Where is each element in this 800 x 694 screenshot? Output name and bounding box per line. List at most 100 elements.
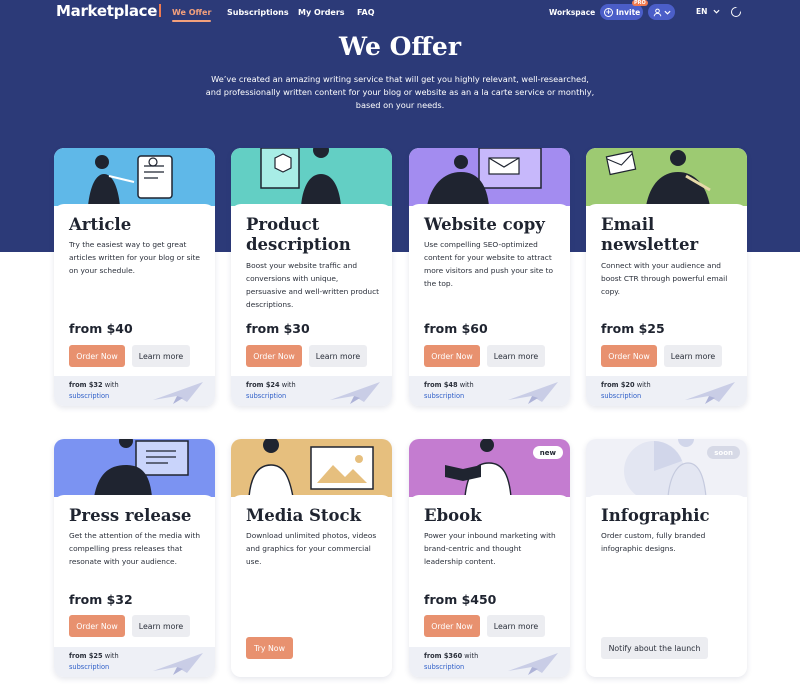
pro-badge: PRO <box>632 0 648 6</box>
card-title: Media Stock <box>246 506 362 525</box>
subscription-price-line: from $360 with <box>424 652 478 660</box>
subscription-with: with <box>281 381 296 389</box>
website-copy-illustration <box>409 148 570 206</box>
add-user-icon: + <box>604 7 613 17</box>
subscription-price: from $32 <box>69 381 103 389</box>
product-description-illustration <box>231 148 392 206</box>
card-price: from $32 <box>69 592 133 607</box>
subscription-link[interactable]: subscription <box>246 392 286 400</box>
subscription-with: with <box>459 381 474 389</box>
subscription-link[interactable]: subscription <box>69 663 109 671</box>
subscription-price: from $24 <box>246 381 280 389</box>
service-card-infographic: soon Infographic Order custom, fully bra… <box>586 439 747 677</box>
theme-toggle-icon[interactable] <box>731 7 741 17</box>
learn-more-button[interactable]: Learn more <box>309 345 367 367</box>
workspace-link[interactable]: Workspace <box>549 8 595 17</box>
subscription-price: from $360 <box>424 652 463 660</box>
user-icon <box>653 8 661 16</box>
service-card-ebook: new Ebook Power your inbound marketing w… <box>409 439 570 677</box>
nav-we-offer[interactable]: We Offer <box>172 8 212 22</box>
card-title: Article <box>69 215 132 234</box>
order-now-button[interactable]: Order Now <box>601 345 657 367</box>
service-card-article: Article Try the easiest way to get great… <box>54 148 215 406</box>
invite-label: Invite <box>616 7 641 17</box>
subscription-link[interactable]: subscription <box>424 663 464 671</box>
subscription-price-line: from $48 with <box>424 381 474 389</box>
paper-plane-icon <box>508 382 558 404</box>
paper-plane-icon <box>330 382 380 404</box>
article-illustration <box>54 148 215 206</box>
logo[interactable]: Marketplace <box>56 2 162 20</box>
service-card-media-stock: Media Stock Download unlimited photos, v… <box>231 439 392 677</box>
page-title: We Offer <box>338 32 462 61</box>
logo-text: Marketplace <box>56 2 158 20</box>
subscription-strip: from $32 with subscription <box>54 376 215 406</box>
learn-more-button[interactable]: Learn more <box>664 345 722 367</box>
nav-subscriptions[interactable]: Subscriptions <box>227 8 289 17</box>
subscription-link[interactable]: subscription <box>424 392 464 400</box>
subscription-with: with <box>464 652 479 660</box>
card-description: Download unlimited photos, videos and gr… <box>246 531 377 566</box>
service-card-press-release: Press release Get the attention of the m… <box>54 439 215 677</box>
subscription-with: with <box>636 381 651 389</box>
card-description: Boost your website traffic and conversio… <box>246 261 380 309</box>
subscription-strip: from $360 with subscription <box>409 647 570 677</box>
card-price: from $450 <box>424 592 497 607</box>
order-now-button[interactable]: Order Now <box>246 345 302 367</box>
subscription-with: with <box>104 381 119 389</box>
subscription-price: from $25 <box>69 652 103 660</box>
learn-more-button[interactable]: Learn more <box>487 615 545 637</box>
learn-more-button[interactable]: Learn more <box>487 345 545 367</box>
subscription-strip: from $25 with subscription <box>54 647 215 677</box>
card-price: from $40 <box>69 321 133 336</box>
order-now-button[interactable]: Order Now <box>69 345 125 367</box>
card-description: Connect with your audience and boost CTR… <box>601 261 728 296</box>
paper-plane-icon <box>508 653 558 675</box>
card-description: Try the easiest way to get great article… <box>69 240 200 275</box>
user-menu-button[interactable] <box>648 4 675 20</box>
notify-launch-button[interactable]: Notify about the launch <box>601 637 708 659</box>
try-now-button[interactable]: Try Now <box>246 637 293 659</box>
paper-plane-icon <box>153 382 203 404</box>
order-now-button[interactable]: Order Now <box>424 345 480 367</box>
paper-plane-icon <box>685 382 735 404</box>
card-description: Power your inbound marketing with brand-… <box>424 531 556 566</box>
subscription-strip: from $24 with subscription <box>231 376 392 406</box>
subscription-with: with <box>104 652 119 660</box>
order-now-button[interactable]: Order Now <box>424 615 480 637</box>
subscription-link[interactable]: subscription <box>69 392 109 400</box>
card-title: Website copy <box>424 215 545 234</box>
invite-button[interactable]: + Invite <box>600 4 643 20</box>
subscription-strip: from $20 with subscription <box>586 376 747 406</box>
subscription-strip: from $48 with subscription <box>409 376 570 406</box>
service-card-product-description: Product description Boost your website t… <box>231 148 392 406</box>
learn-more-button[interactable]: Learn more <box>132 615 190 637</box>
card-price: from $30 <box>246 321 310 336</box>
new-badge: new <box>532 446 563 459</box>
card-description: Use compelling SEO-optimized content for… <box>424 240 554 288</box>
order-now-button[interactable]: Order Now <box>69 615 125 637</box>
nav-my-orders[interactable]: My Orders <box>298 8 345 17</box>
chevron-down-icon <box>663 10 671 15</box>
card-description: Order custom, fully branded infographic … <box>601 531 706 553</box>
subscription-price-line: from $32 with <box>69 381 119 389</box>
subscription-link[interactable]: subscription <box>601 392 641 400</box>
service-card-email-newsletter: Email newsletter Connect with your audie… <box>586 148 747 406</box>
card-title: Infographic <box>601 506 710 525</box>
nav-faq[interactable]: FAQ <box>357 8 375 17</box>
card-title: Ebook <box>424 506 482 525</box>
card-price: from $25 <box>601 321 665 336</box>
subscription-price-line: from $20 with <box>601 381 651 389</box>
card-price: from $60 <box>424 321 488 336</box>
press-release-illustration <box>54 439 215 497</box>
language-selector[interactable]: EN <box>696 7 720 16</box>
subscription-price-line: from $24 with <box>246 381 296 389</box>
page-subtitle: We’ve created an amazing writing service… <box>205 74 595 110</box>
top-nav: Marketplace We Offer Subscriptions My Or… <box>0 0 800 26</box>
card-title: Press release <box>69 506 192 525</box>
card-title: Product description <box>246 215 351 254</box>
subscription-price-line: from $25 with <box>69 652 119 660</box>
logo-bar <box>159 4 162 17</box>
learn-more-button[interactable]: Learn more <box>132 345 190 367</box>
card-description: Get the attention of the media with comp… <box>69 531 201 566</box>
